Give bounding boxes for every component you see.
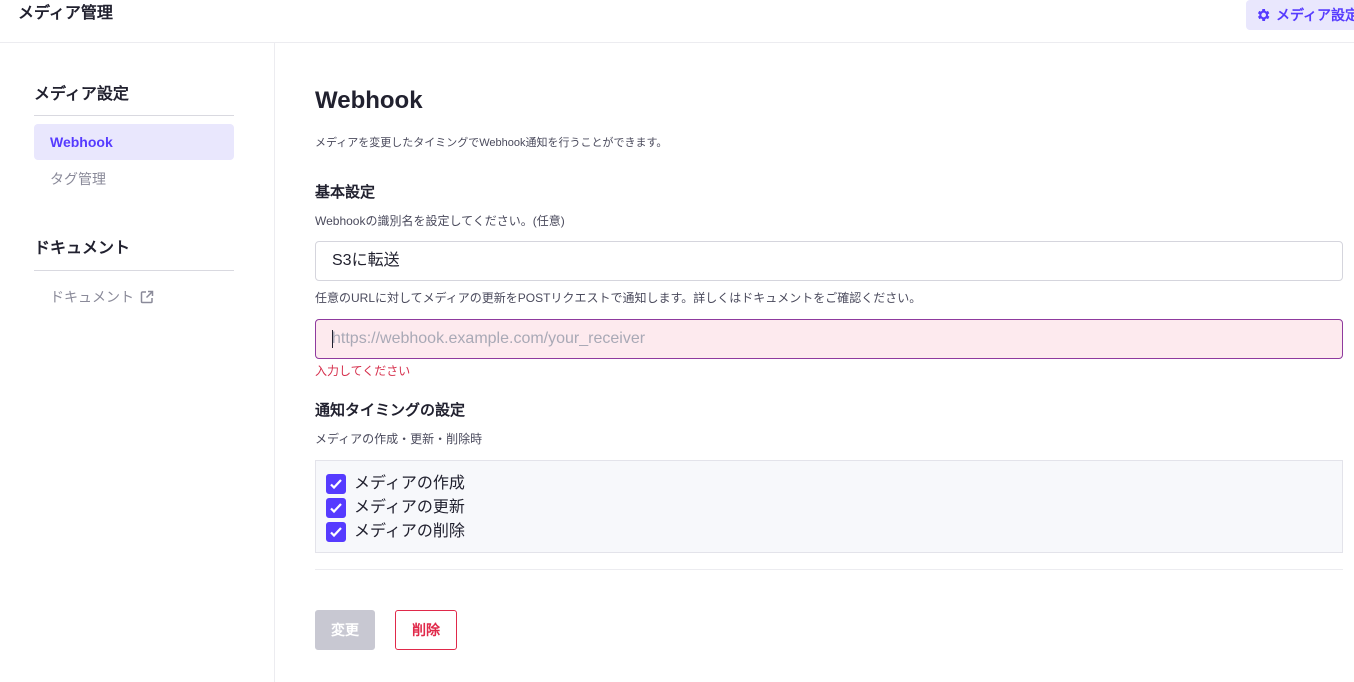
external-link-icon bbox=[140, 290, 154, 304]
app-title: メディア管理 bbox=[18, 5, 113, 22]
webhook-name-value: S3に転送 bbox=[332, 252, 400, 269]
sidebar-heading-documents: ドキュメント bbox=[34, 240, 131, 257]
page-title: Webhook bbox=[315, 87, 423, 114]
check-icon bbox=[330, 503, 342, 514]
sidebar-item-label: ドキュメント bbox=[50, 289, 134, 305]
checkbox-row-create[interactable]: メディアの作成 bbox=[326, 472, 626, 496]
webhook-url-help: 任意のURLに対してメディアの更新をPOSTリクエストで通知します。詳しくはドキ… bbox=[315, 290, 921, 306]
webhook-url-help-text: 任意のURLに対してメディアの更新をPOSTリクエストで通知します。詳しくは bbox=[315, 291, 742, 305]
sidebar: メディア設定 Webhook タグ管理 ドキュメント ドキュメント bbox=[0, 43, 275, 682]
checkbox-label: メディアの作成 bbox=[354, 475, 465, 492]
sidebar-item-documents-link[interactable]: ドキュメント bbox=[34, 279, 234, 315]
checkbox-row-update[interactable]: メディアの更新 bbox=[326, 496, 626, 520]
basic-settings-heading: 基本設定 bbox=[315, 184, 376, 201]
checkbox-label: メディアの削除 bbox=[354, 523, 465, 540]
checkbox-update[interactable] bbox=[326, 498, 346, 518]
sidebar-item-webhook[interactable]: Webhook bbox=[34, 124, 234, 160]
checkbox-row-delete[interactable]: メディアの削除 bbox=[326, 520, 626, 544]
sidebar-divider bbox=[34, 115, 234, 116]
sidebar-heading-media-settings: メディア設定 bbox=[34, 86, 129, 103]
media-settings-button[interactable]: メディア設定 bbox=[1246, 0, 1354, 30]
sidebar-item-label: Webhook bbox=[50, 134, 113, 150]
webhook-url-error: 入力してください bbox=[315, 364, 411, 378]
webhook-name-input[interactable]: S3に転送 bbox=[315, 241, 1343, 281]
check-icon bbox=[330, 479, 342, 490]
timing-help: メディアの作成・更新・削除時 bbox=[315, 432, 483, 446]
check-icon bbox=[330, 527, 342, 538]
section-divider bbox=[315, 569, 1343, 570]
sidebar-item-tags[interactable]: タグ管理 bbox=[34, 161, 234, 197]
webhook-url-input[interactable]: https://webhook.example.com/your_receive… bbox=[315, 319, 1343, 359]
documents-link[interactable]: ドキュメント bbox=[741, 291, 813, 305]
checkbox-delete[interactable] bbox=[326, 522, 346, 542]
page-description: メディアを変更したタイミングでWebhook通知を行うことができます。 bbox=[315, 137, 668, 149]
checkbox-create[interactable] bbox=[326, 474, 346, 494]
timing-checkbox-group: メディアの作成 メディアの更新 メディアの削除 bbox=[315, 460, 1343, 553]
media-settings-label: メディア設定 bbox=[1276, 7, 1354, 23]
sidebar-item-label: タグ管理 bbox=[50, 171, 106, 187]
webhook-url-placeholder: https://webhook.example.com/your_receive… bbox=[332, 330, 646, 347]
delete-button[interactable]: 削除 bbox=[395, 610, 457, 650]
top-bar: メディア管理 メディア設定 bbox=[0, 0, 1354, 43]
submit-button[interactable]: 変更 bbox=[315, 610, 375, 650]
gear-icon bbox=[1257, 9, 1270, 21]
webhook-name-help: Webhookの識別名を設定してください。(任意) bbox=[315, 214, 565, 228]
checkbox-label: メディアの更新 bbox=[354, 499, 465, 516]
webhook-url-help-text: をご確認ください。 bbox=[813, 291, 922, 305]
timing-settings-heading: 通知タイミングの設定 bbox=[315, 402, 466, 419]
sidebar-divider bbox=[34, 270, 234, 271]
